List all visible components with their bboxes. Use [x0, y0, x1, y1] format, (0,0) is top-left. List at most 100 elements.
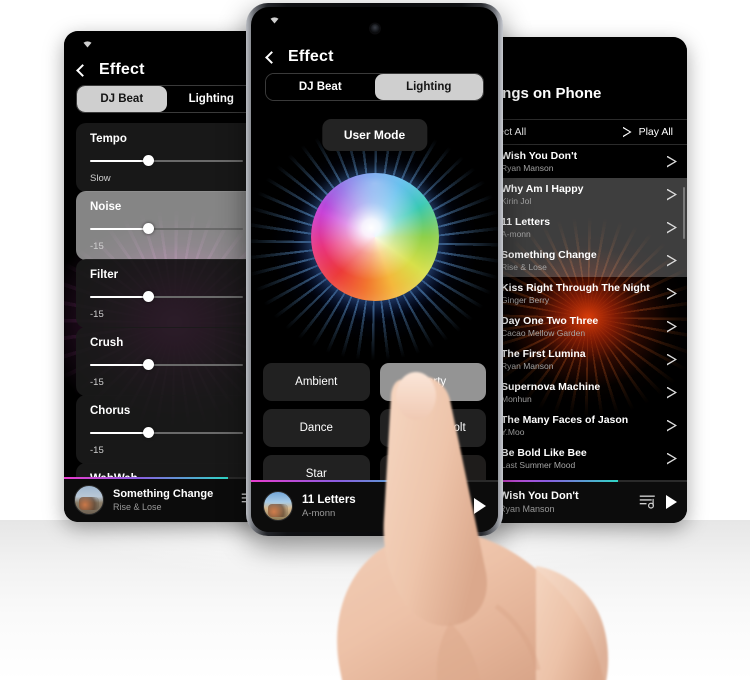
- song-row[interactable]: Wish You Don't Ryan Manson: [489, 145, 687, 178]
- effect-card-chorus[interactable]: Chorus -15: [76, 395, 257, 464]
- wifi-icon: [270, 17, 279, 24]
- center-player-bar[interactable]: 11 Letters A-monn: [251, 480, 498, 532]
- queue-music-icon[interactable]: [639, 494, 657, 509]
- lighting-mode-grid: Ambient Party Dance Thunder Bolt Star: [263, 363, 486, 493]
- song-play-icon[interactable]: [667, 354, 677, 366]
- left-album-art: [74, 484, 104, 515]
- mode-party[interactable]: Party: [379, 363, 486, 401]
- left-progress-fill: [64, 477, 228, 479]
- song-row[interactable]: Why Am I Happy Kirin Jol: [489, 178, 687, 211]
- song-play-icon[interactable]: [667, 288, 677, 300]
- effect-slider[interactable]: [90, 359, 243, 371]
- song-play-icon[interactable]: [667, 453, 677, 465]
- effect-card-filter[interactable]: Filter -15: [76, 259, 257, 328]
- effect-card-crush[interactable]: Crush -15: [76, 327, 257, 396]
- mode-ambient[interactable]: Ambient: [263, 363, 370, 401]
- left-tab-dj-beat[interactable]: DJ Beat: [77, 86, 167, 112]
- song-title: Day One Two Three: [501, 314, 599, 327]
- song-row[interactable]: Kiss Right Through The Night Ginger Berry: [489, 277, 687, 310]
- right-list-actions: Select All Play All: [489, 119, 687, 145]
- song-artist: Cacao Mellow Garden: [501, 327, 586, 338]
- right-page-title: Songs on Phone: [489, 85, 602, 102]
- song-row[interactable]: Day One Two Three Cacao Mellow Garden: [489, 310, 687, 343]
- effect-slider[interactable]: [90, 291, 243, 303]
- song-play-icon[interactable]: [667, 255, 677, 267]
- scene: Effect DJ Beat Lighting Tempo Slow Noise: [0, 0, 750, 680]
- mode-thunder-bolt[interactable]: Thunder Bolt: [379, 409, 486, 447]
- effect-value: -15: [90, 241, 104, 252]
- center-play-icon[interactable]: [474, 498, 486, 514]
- slider-knob[interactable]: [143, 359, 155, 370]
- song-row[interactable]: The Many Faces of Jason Y.Moo: [489, 409, 687, 442]
- song-play-icon[interactable]: [667, 189, 677, 201]
- song-play-icon[interactable]: [667, 420, 677, 432]
- slider-knob[interactable]: [143, 427, 155, 438]
- center-progress-fill: [251, 480, 444, 482]
- center-tab-dj-beat[interactable]: DJ Beat: [266, 74, 375, 100]
- center-phone-screen: Effect DJ Beat Lighting User Mode Ambien…: [251, 7, 498, 532]
- right-player-bar[interactable]: Wish You Don't Ryan Manson: [489, 480, 687, 523]
- play-all-button[interactable]: Play All: [623, 126, 673, 138]
- center-track-title: 11 Letters: [302, 493, 356, 506]
- left-effect-tabs: DJ Beat Lighting: [76, 85, 257, 113]
- center-tab-lighting[interactable]: Lighting: [374, 74, 483, 100]
- song-artist: A-monn: [501, 228, 531, 239]
- effect-label: Chorus: [90, 405, 131, 417]
- effect-card-tempo[interactable]: Tempo Slow: [76, 123, 257, 192]
- color-wheel-picker[interactable]: [310, 173, 439, 301]
- slider-knob[interactable]: [143, 223, 155, 234]
- effect-label: Filter: [90, 269, 119, 281]
- right-progress-fill: [489, 480, 618, 482]
- right-track-title: Wish You Don't: [499, 489, 579, 502]
- song-title: The Many Faces of Jason: [501, 413, 629, 426]
- right-now-playing: Wish You Don't Ryan Manson: [499, 490, 630, 514]
- right-play-icon[interactable]: [666, 494, 677, 509]
- left-player-bar[interactable]: Something Change Rise & Lose: [64, 477, 269, 522]
- mode-dance[interactable]: Dance: [263, 409, 370, 447]
- user-mode-button[interactable]: User Mode: [321, 119, 428, 151]
- song-artist: Ryan Manson: [501, 162, 554, 173]
- wifi-icon: [83, 41, 92, 48]
- slider-knob[interactable]: [143, 291, 155, 302]
- left-progress-bar[interactable]: [64, 477, 269, 479]
- center-track-artist: A-monn: [302, 507, 336, 519]
- song-row[interactable]: Be Bold Like Bee Last Summer Mood: [489, 442, 687, 475]
- song-play-icon[interactable]: [667, 387, 677, 399]
- song-play-icon[interactable]: [667, 222, 677, 234]
- song-list[interactable]: Wish You Don't Ryan Manson Why Am I Happy…: [489, 145, 687, 480]
- left-tab-lighting[interactable]: Lighting: [166, 86, 256, 112]
- back-chevron-icon[interactable]: [76, 63, 89, 77]
- center-page-title: Effect: [288, 48, 334, 65]
- slider-fill: [90, 296, 149, 298]
- effect-value: Slow: [90, 173, 111, 184]
- effect-label: Tempo: [90, 133, 127, 145]
- song-list-scrollbar[interactable]: [683, 187, 685, 239]
- center-album-art: [263, 491, 293, 521]
- song-row[interactable]: The First Lumina Ryan Manson: [489, 343, 687, 376]
- effect-slider[interactable]: [90, 155, 243, 167]
- song-row[interactable]: 11 Letters A-monn: [489, 211, 687, 244]
- effect-slider[interactable]: [90, 223, 243, 235]
- center-progress-bar[interactable]: [251, 480, 498, 482]
- left-now-playing: Something Change Rise & Lose: [113, 488, 232, 512]
- effect-value: -15: [90, 377, 104, 388]
- back-chevron-icon[interactable]: [265, 50, 278, 64]
- song-play-icon[interactable]: [667, 321, 677, 333]
- song-row[interactable]: Something Change Rise & Lose: [489, 244, 687, 277]
- effect-slider[interactable]: [90, 427, 243, 439]
- left-page-title: Effect: [99, 61, 145, 78]
- song-artist: Kirin Jol: [501, 195, 532, 206]
- right-track-artist: Ryan Manson: [499, 503, 555, 514]
- song-play-icon[interactable]: [667, 156, 677, 168]
- song-title: 11 Letters: [501, 215, 551, 228]
- play-all-label: Play All: [638, 126, 673, 138]
- play-outline-icon: [623, 127, 632, 138]
- center-appbar: Effect: [265, 48, 482, 66]
- slider-knob[interactable]: [143, 155, 155, 166]
- center-effect-tabs: DJ Beat Lighting: [265, 73, 484, 101]
- left-status-bar: [64, 31, 269, 53]
- song-title: Wish You Don't: [501, 149, 578, 162]
- song-row[interactable]: Supernova Machine Monhun: [489, 376, 687, 409]
- right-progress-bar[interactable]: [489, 480, 687, 482]
- effect-card-noise[interactable]: Noise -15: [76, 191, 257, 260]
